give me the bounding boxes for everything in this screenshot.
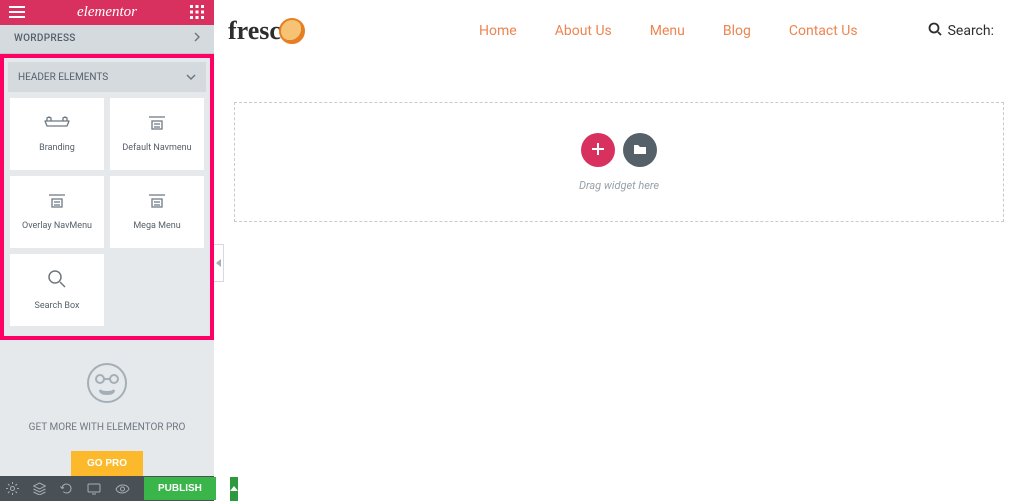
settings-icon[interactable]: [6, 482, 19, 495]
overlay-navmenu-icon: [47, 193, 67, 213]
mega-menu-icon: [147, 193, 167, 213]
widget-branding[interactable]: Branding: [10, 98, 104, 170]
folder-icon: [633, 140, 647, 159]
widget-search-box[interactable]: Search Box: [10, 254, 104, 326]
history-icon[interactable]: [60, 482, 73, 495]
widget-search-box-label: Search Box: [35, 301, 80, 311]
brand-title: elementor: [77, 4, 137, 21]
section-header-elements-highlight: HEADER ELEMENTS Branding Default Navmenu: [0, 54, 214, 340]
publish-button[interactable]: PUBLISH: [144, 477, 216, 500]
section-wordpress[interactable]: WORDPRESS: [0, 25, 214, 55]
drop-zone-buttons: [581, 133, 657, 167]
header-search[interactable]: Search:: [928, 22, 994, 40]
drop-zone[interactable]: Drag widget here: [234, 102, 1004, 222]
navigator-icon[interactable]: [33, 482, 46, 495]
plus-icon: [592, 140, 604, 159]
site-logo[interactable]: fresc: [228, 16, 305, 46]
widgets-grid-icon[interactable]: [188, 3, 206, 21]
widget-overlay-navmenu-label: Overlay NavMenu: [22, 221, 92, 231]
sidebar-header: elementor: [0, 0, 214, 25]
widget-default-navmenu-label: Default Navmenu: [122, 143, 191, 153]
widget-grid: Branding Default Navmenu Overlay NavMenu…: [8, 98, 206, 326]
navmenu-icon: [147, 115, 167, 135]
site-header: fresc Home About Us Menu Blog Contact Us…: [214, 0, 1024, 62]
promo-face-icon: [86, 362, 128, 408]
chevron-right-icon: [194, 32, 200, 45]
sidebar-footer: PUBLISH: [0, 476, 214, 501]
template-library-button[interactable]: [623, 133, 657, 167]
main-nav: Home About Us Menu Blog Contact Us: [479, 23, 858, 39]
promo-text: GET MORE WITH ELEMENTOR PRO: [29, 422, 186, 433]
search-box-icon: [47, 269, 67, 293]
widget-mega-menu[interactable]: Mega Menu: [110, 176, 204, 248]
nav-contact[interactable]: Contact Us: [789, 23, 858, 39]
collapse-sidebar-handle[interactable]: [214, 244, 224, 282]
widget-overlay-navmenu[interactable]: Overlay NavMenu: [10, 176, 104, 248]
go-pro-button[interactable]: GO PRO: [71, 451, 143, 476]
nav-about[interactable]: About Us: [555, 23, 612, 39]
widget-mega-menu-label: Mega Menu: [133, 221, 180, 231]
drop-zone-hint: Drag widget here: [579, 179, 659, 192]
promo-panel: GET MORE WITH ELEMENTOR PRO GO PRO: [0, 340, 214, 476]
add-section-button[interactable]: [581, 133, 615, 167]
editor-canvas: fresc Home About Us Menu Blog Contact Us…: [214, 0, 1024, 501]
nav-home[interactable]: Home: [479, 23, 517, 39]
section-wordpress-label: WORDPRESS: [14, 33, 76, 44]
hamburger-icon[interactable]: [8, 3, 26, 21]
section-header-elements-label: HEADER ELEMENTS: [18, 72, 108, 83]
search-icon: [928, 22, 942, 40]
preview-icon[interactable]: [115, 484, 130, 494]
pizza-icon: [279, 18, 305, 44]
nav-blog[interactable]: Blog: [723, 23, 751, 39]
branding-icon: [43, 115, 71, 135]
nav-menu[interactable]: Menu: [650, 23, 685, 39]
widget-default-navmenu[interactable]: Default Navmenu: [110, 98, 204, 170]
elementor-sidebar: elementor WORDPRESS HEADER ELEMENTS Bran…: [0, 0, 214, 501]
chevron-down-icon: [186, 72, 196, 83]
widget-branding-label: Branding: [39, 143, 75, 153]
site-logo-text: fresc: [228, 16, 281, 46]
section-header-elements[interactable]: HEADER ELEMENTS: [8, 62, 206, 92]
search-label: Search:: [948, 23, 994, 39]
responsive-icon[interactable]: [87, 483, 101, 495]
